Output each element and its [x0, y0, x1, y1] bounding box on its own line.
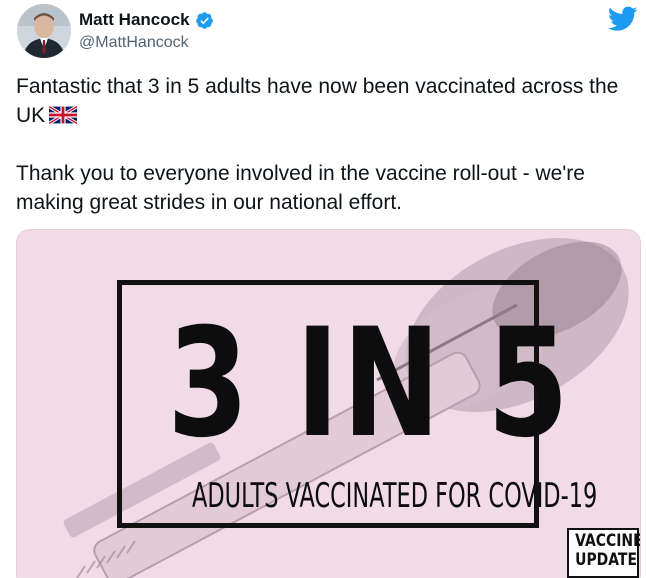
tweet-line-1: Fantastic that 3 in 5 adults have now be…	[16, 75, 619, 127]
tweet-paragraph-1: Fantastic that 3 in 5 adults have now be…	[16, 72, 640, 130]
tweet-paragraph-2: Thank you to everyone involved in the va…	[16, 162, 585, 214]
vaccine-update-badge: VACCINE UPDATE	[567, 528, 641, 578]
headline-frame: 3 IN 5 ADULTS VACCINATED FOR COVID-19	[117, 280, 598, 528]
tweet-card: Matt Hancock @MattHancock Fantastic that…	[0, 0, 646, 578]
subheadline-text: ADULTS VACCINATED FOR COVID-19	[192, 476, 598, 516]
author-display-name[interactable]: Matt Hancock	[79, 10, 190, 30]
author-handle[interactable]: @MattHancock	[79, 34, 189, 52]
headline-text: 3 IN 5	[167, 297, 572, 471]
verified-badge-icon	[195, 11, 214, 30]
badge-line-2: UPDATE	[575, 550, 637, 570]
badge-line-1: VACCINE	[575, 531, 641, 551]
avatar[interactable]	[17, 4, 71, 58]
uk-flag-icon	[48, 103, 79, 125]
twitter-bird-icon[interactable]	[607, 6, 638, 32]
tweet-media-image[interactable]: 3 IN 5 ADULTS VACCINATED FOR COVID-19 VA…	[16, 229, 641, 578]
tweet-text: Fantastic that 3 in 5 adults have now be…	[16, 72, 640, 217]
author-name-row[interactable]: Matt Hancock	[79, 10, 214, 30]
